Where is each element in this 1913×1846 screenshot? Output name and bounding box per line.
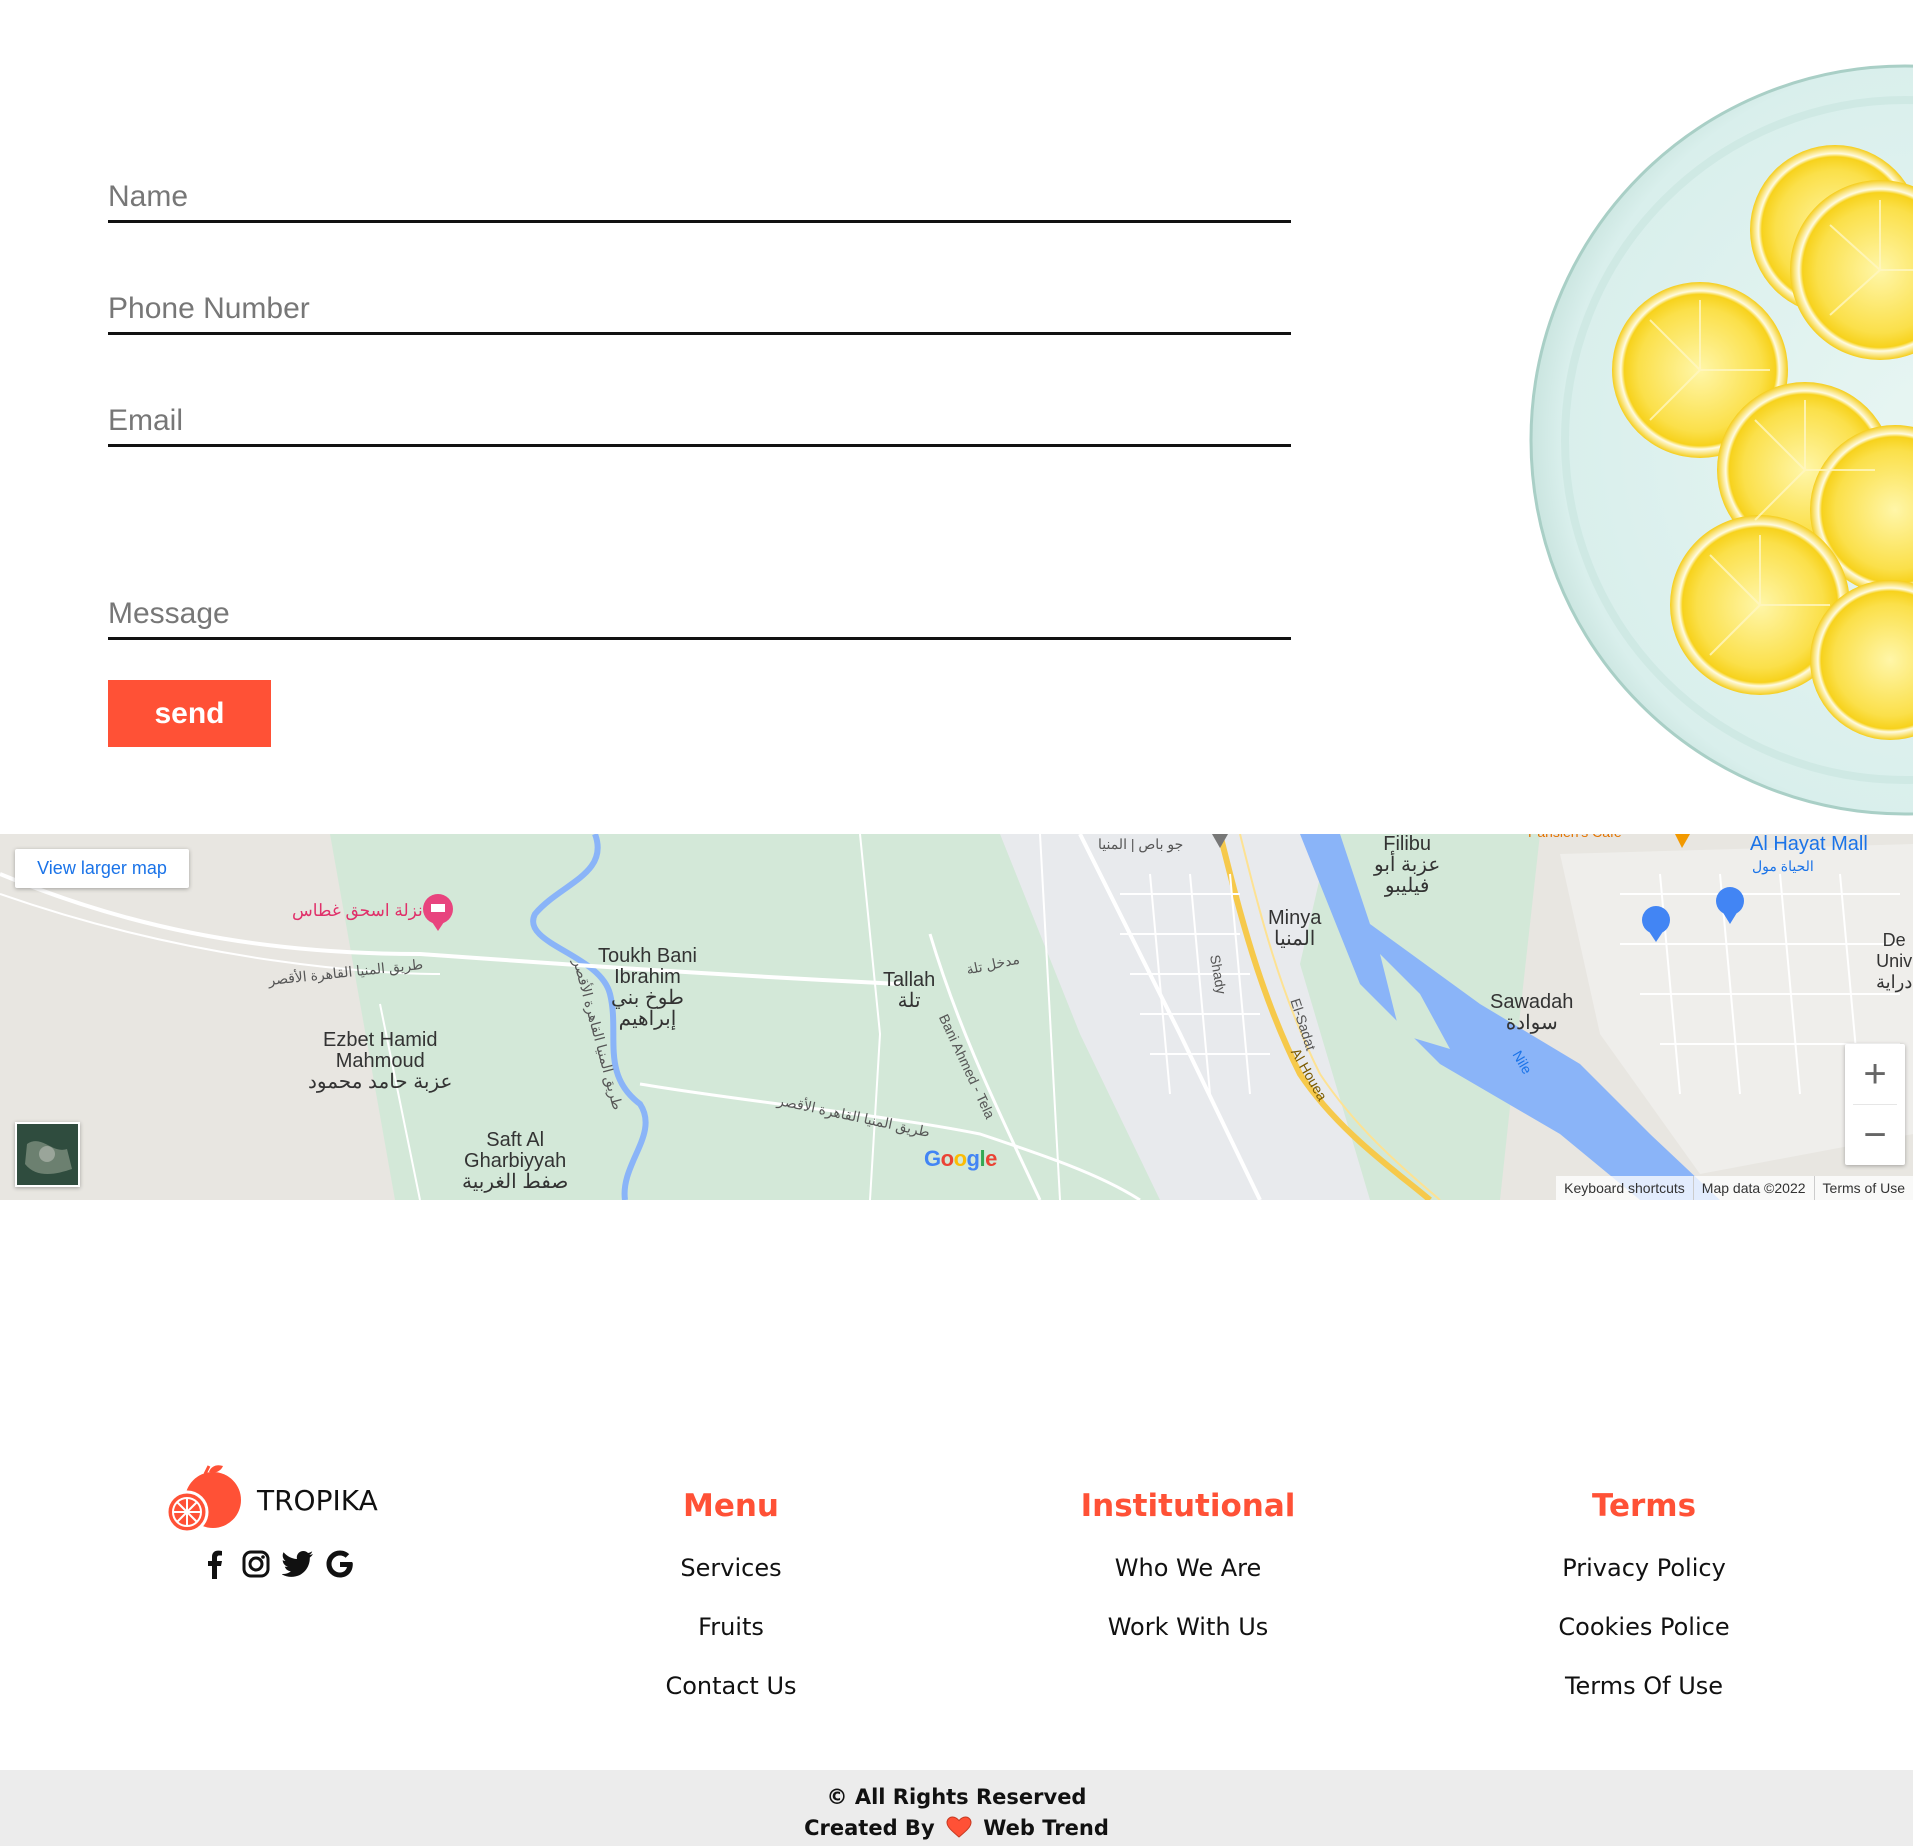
map-label-filibu: Filibu عزبة أبو فيليبو xyxy=(1374,834,1441,897)
rights-text: © All Rights Reserved xyxy=(826,1785,1087,1809)
email-input[interactable] xyxy=(108,404,1291,438)
footer-link-fruits[interactable]: Fruits xyxy=(521,1613,941,1642)
view-larger-map-link[interactable]: View larger map xyxy=(15,849,189,888)
map-label-ezbet: Ezbet Hamid Mahmoud عزبة حامد محمود xyxy=(308,1029,453,1093)
zoom-control: + − xyxy=(1845,1044,1905,1165)
heart-icon xyxy=(946,1816,972,1843)
email-field-wrapper xyxy=(108,374,1291,447)
copyright-bar: © All Rights Reserved Created By Web Tre… xyxy=(0,1770,1913,1846)
footer-link-privacy-policy[interactable]: Privacy Policy xyxy=(1434,1554,1854,1583)
zoom-out-button[interactable]: − xyxy=(1845,1105,1905,1165)
map-label-toukh: Toukh Bani Ibrahim طوخ بني إبراهيم xyxy=(598,945,697,1030)
created-by-prefix: Created By xyxy=(804,1816,935,1840)
footer-heading-institutional: Institutional xyxy=(1080,1488,1296,1524)
map-label-nazla: نزلة اسحق غطاس xyxy=(292,901,423,920)
created-by-name[interactable]: Web Trend xyxy=(983,1816,1109,1840)
satellite-toggle[interactable] xyxy=(15,1122,80,1187)
map-terms-link[interactable]: Terms of Use xyxy=(1813,1176,1913,1200)
map-label-de-univ: De Univ دراية xyxy=(1876,930,1913,992)
lemon-plate-image xyxy=(1505,60,1913,820)
name-input[interactable] xyxy=(108,180,1291,214)
google-logo: Google xyxy=(924,1146,997,1171)
map-label-saft: Saft Al Gharbiyyah صفط الغربية xyxy=(462,1129,569,1193)
map-label-jew: جو باص | المنيا xyxy=(1098,836,1184,852)
map-label-parisiens: Parisien's Cafe xyxy=(1528,834,1622,843)
map-label-minya: Minya المنيا xyxy=(1268,907,1322,950)
map-label-hayat-mall: Al Hayat Mall xyxy=(1750,834,1868,855)
footer-column-institutional: Institutional Who We Are Work With Us xyxy=(978,1488,1398,1672)
footer-brand[interactable]: TROPIKA xyxy=(165,1462,378,1539)
footer-link-services[interactable]: Services xyxy=(521,1554,941,1583)
zoom-in-button[interactable]: + xyxy=(1845,1044,1905,1104)
name-field-wrapper xyxy=(108,150,1291,223)
keyboard-shortcuts-link[interactable]: Keyboard shortcuts xyxy=(1556,1176,1693,1200)
map-data-text: Map data ©2022 xyxy=(1692,1176,1814,1200)
brand-name: TROPIKA xyxy=(257,1484,378,1517)
footer-column-terms: Terms Privacy Policy Cookies Police Term… xyxy=(1434,1488,1854,1731)
footer-link-terms-of-use[interactable]: Terms Of Use xyxy=(1434,1672,1854,1701)
facebook-icon[interactable] xyxy=(198,1548,230,1580)
message-field-wrapper xyxy=(108,567,1291,640)
send-button[interactable]: send xyxy=(108,680,271,747)
google-icon[interactable] xyxy=(324,1548,356,1580)
instagram-icon[interactable] xyxy=(240,1548,272,1580)
phone-input[interactable] xyxy=(108,292,1291,326)
twitter-icon[interactable] xyxy=(282,1548,314,1580)
footer-link-who-we-are[interactable]: Who We Are xyxy=(978,1554,1398,1583)
footer-heading-menu: Menu xyxy=(682,1488,779,1524)
map-label-sawadah: Sawadah سوادة xyxy=(1490,991,1574,1034)
message-input[interactable] xyxy=(108,597,1291,631)
footer-heading-terms: Terms xyxy=(1591,1488,1697,1524)
phone-field-wrapper xyxy=(108,262,1291,335)
map-attribution: Keyboard shortcuts Map data ©2022 Terms … xyxy=(1556,1176,1913,1200)
footer-link-contact-us[interactable]: Contact Us xyxy=(521,1672,941,1701)
map-label-hayat-mall-ar: الحياة مول xyxy=(1752,858,1814,874)
footer-column-menu: Menu Services Fruits Contact Us xyxy=(521,1488,941,1731)
map-label-tallah: Tallah تلة xyxy=(883,969,936,1012)
footer-link-work-with-us[interactable]: Work With Us xyxy=(978,1613,1398,1642)
created-by-line: Created By Web Trend xyxy=(0,1816,1913,1843)
social-links xyxy=(198,1548,356,1580)
google-map[interactable]: Toukh Bani Ibrahim طوخ بني إبراهيم Talla… xyxy=(0,834,1913,1200)
orange-logo-icon xyxy=(165,1462,243,1539)
footer-link-cookies-police[interactable]: Cookies Police xyxy=(1434,1613,1854,1642)
